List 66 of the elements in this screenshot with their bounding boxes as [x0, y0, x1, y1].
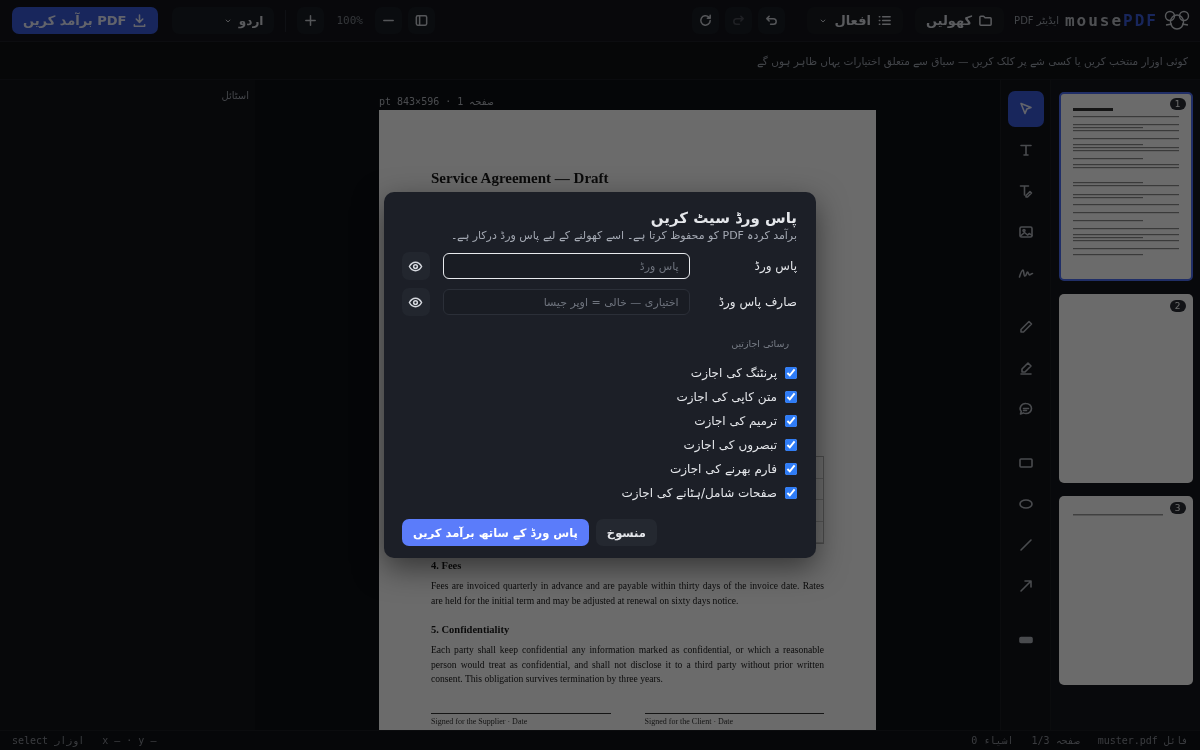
arrow-icon — [1017, 578, 1034, 594]
undo-icon — [764, 13, 780, 28]
zoom-in-button[interactable] — [297, 7, 325, 34]
list-icon — [876, 13, 892, 28]
dialog-description: برآمد کردہ PDF کو محفوظ کرتا ہے۔ اسے کھولنے کے لیے پاس ورڈ درکار ہے۔ — [450, 229, 797, 242]
language-select[interactable]: اردو — [172, 7, 275, 34]
comment-icon — [1017, 401, 1034, 417]
export-button[interactable]: PDF برآمد کریں — [12, 7, 159, 34]
permission-checkbox[interactable] — [785, 391, 797, 403]
refresh-button[interactable] — [692, 7, 720, 34]
cursor-icon — [1017, 101, 1034, 117]
section-heading: 5. Confidentiality — [431, 624, 511, 635]
field-label: صارف پاس ورڈ — [717, 295, 797, 309]
checkbox-label: صفحات شامل/ہٹانے کی اجازت — [621, 486, 777, 500]
page-info: pt 843×596 · 1 صفحہ — [379, 96, 494, 107]
section-paragraph: Fees are invoiced quarterly in advance and are payable within thirty days of the invoice date. Rates are held for the initial term and may be adjusted at renewal on sixty days notice. — [431, 579, 824, 608]
checkbox-label: متن کاپی کی اجازت — [676, 390, 777, 404]
signature-label: Signed for the Client · Date — [644, 716, 735, 727]
section-heading: 4. Fees — [431, 560, 463, 571]
password-field[interactable]: اختیاری — خالی = اوپر جیسا — [442, 289, 690, 315]
page-thumbnail[interactable]: 1 — [1058, 92, 1193, 281]
mouse-logo-icon — [1164, 8, 1190, 33]
show-password-button[interactable] — [402, 252, 430, 280]
ellipse-icon — [1017, 496, 1034, 512]
permission-checkbox[interactable] — [785, 463, 797, 475]
tool-button[interactable] — [1007, 91, 1044, 127]
refresh-icon — [698, 13, 714, 28]
app-subtitle: PDF ایڈیٹر — [1014, 15, 1059, 26]
signature-label: Signed for the Supplier · Date — [431, 716, 529, 727]
checkbox-label: تبصروں کی اجازت — [683, 438, 777, 452]
pen-icon — [1017, 319, 1034, 335]
cancel-button[interactable]: منسوخ — [595, 519, 657, 546]
download-icon — [132, 13, 148, 28]
undo-button[interactable] — [758, 7, 786, 34]
section-label: رسائی اجازتیں — [730, 338, 789, 349]
export-with-password-button[interactable]: پاس ورڈ کے ساتھ برآمد کریں — [402, 519, 589, 546]
page-thumbnail[interactable]: 3 — [1058, 496, 1193, 685]
panel-title: اسٹائل — [221, 90, 249, 103]
highlighter-icon — [1017, 360, 1034, 376]
line-icon — [1017, 537, 1034, 553]
section-paragraph: Each party shall keep confidential any information marked as confidential, or which a reasonable person would treat as confidential, and shall not disclose it to a third party without prior written consent. This obligation survives termination by three years. — [431, 643, 824, 686]
text-icon — [1017, 142, 1034, 158]
page-number-badge: 2 — [1169, 300, 1186, 312]
page-thumbnail[interactable]: 2 — [1058, 294, 1193, 483]
rectangle-icon — [1017, 455, 1034, 471]
permission-checkbox[interactable] — [785, 367, 797, 379]
permission-checkbox[interactable] — [785, 415, 797, 427]
page-number-badge: 1 — [1169, 98, 1186, 110]
image-icon — [1017, 224, 1034, 240]
permission-checkbox[interactable] — [785, 439, 797, 451]
page-number-badge: 3 — [1169, 502, 1186, 514]
field-label: پاس ورڈ — [753, 259, 797, 273]
show-password-button[interactable] — [402, 288, 430, 316]
sidebar-toggle-button[interactable] — [407, 7, 435, 34]
folder-icon — [978, 13, 994, 28]
permission-checkbox[interactable] — [785, 487, 797, 499]
zoom-out-button[interactable] — [374, 7, 402, 34]
checkbox-label: پرنٹنگ کی اجازت — [690, 366, 777, 380]
checkbox-label: ترمیم کی اجازت — [694, 414, 777, 428]
plus-icon — [303, 13, 319, 28]
text-edit-icon — [1017, 183, 1034, 199]
app-logo-text: mousePDF — [1064, 11, 1158, 30]
checkbox-label: فارم بھرنے کی اجازت — [669, 462, 777, 476]
dialog-title: پاس ورڈ سیٹ کریں — [649, 209, 797, 227]
document-title: Service Agreement — Draft — [431, 170, 610, 188]
sidebar-icon — [413, 13, 429, 28]
